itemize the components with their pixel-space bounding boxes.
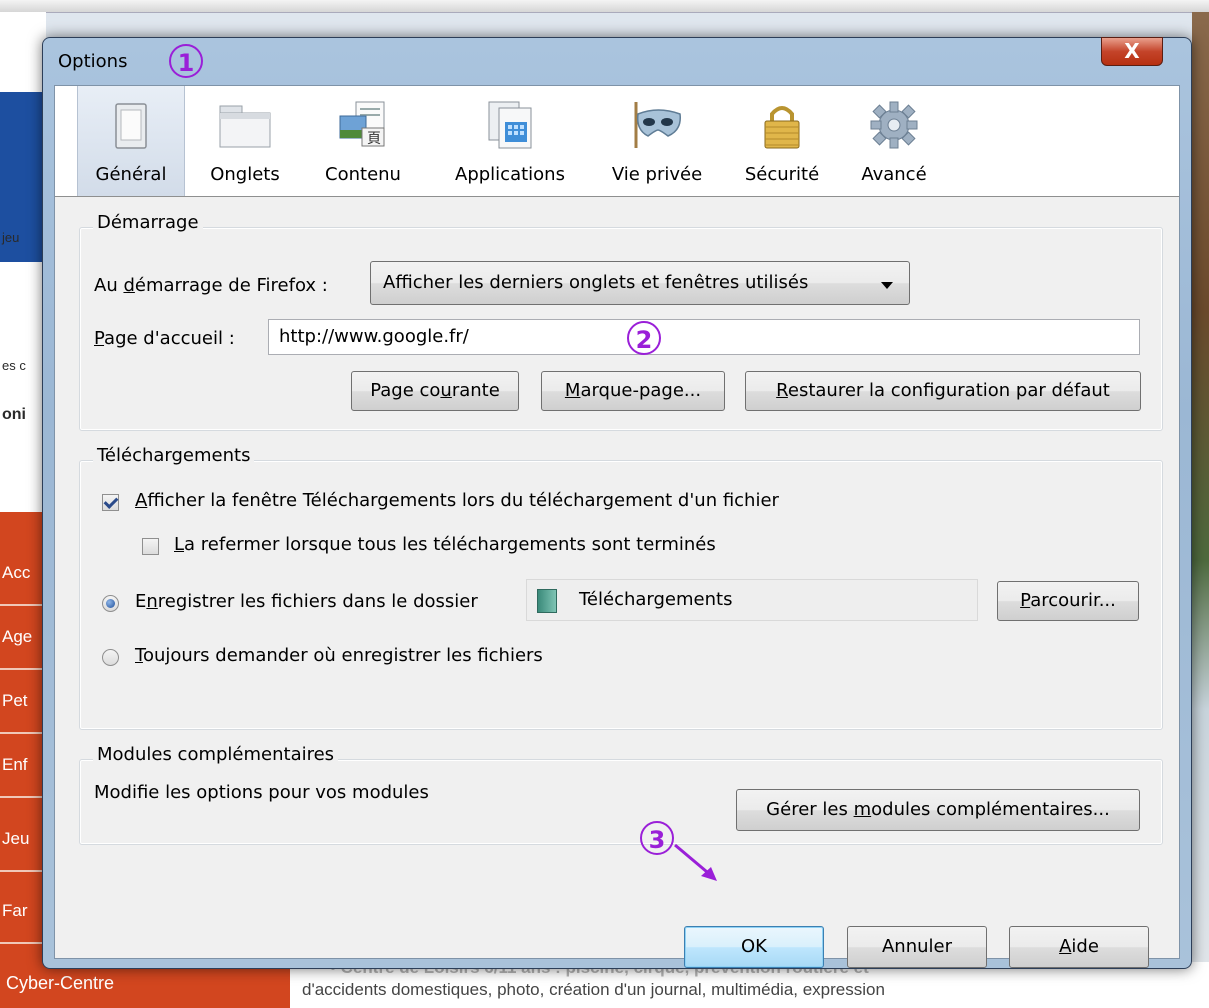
gear-icon (870, 101, 918, 149)
use-bookmark-button[interactable]: Marque-page... (541, 371, 725, 411)
close-button[interactable]: X (1101, 37, 1163, 66)
general-switch-icon (115, 103, 147, 149)
dialog-title: Options (58, 51, 128, 72)
show-downloads-checkbox[interactable] (102, 494, 119, 511)
tab-general-label: Général (95, 164, 167, 185)
startup-group: Démarrage Au démarrage de Firefox : Affi… (79, 212, 1163, 431)
addons-group-title: Modules complémentaires (93, 744, 339, 765)
dialog-client-area: Général Onglets 頁 Contenu Applications V… (54, 85, 1180, 968)
cancel-button[interactable]: Annuler (847, 926, 987, 968)
tab-applications[interactable]: Applications (435, 86, 585, 196)
startup-behaviour-value: Afficher les derniers onglets et fenêtre… (383, 272, 809, 293)
save-to-folder-radio[interactable] (102, 595, 119, 612)
tab-general[interactable]: Général (77, 86, 185, 196)
privacy-mask-icon (634, 102, 681, 148)
background-text: jeu (2, 230, 20, 245)
background-text: es c (2, 358, 26, 373)
addons-description: Modifie les options pour vos modules (94, 782, 429, 803)
browse-button[interactable]: Parcourir... (997, 581, 1139, 621)
annotation-marker-1: 1 (169, 44, 203, 78)
options-dialog: Options 1 X Général Onglets 頁 Contenu Ap… (42, 37, 1192, 969)
home-page-value: http://www.google.fr/ (279, 326, 469, 347)
tab-tabs-label: Onglets (210, 164, 280, 185)
always-ask-label: Toujours demander où enregistrer les fic… (135, 645, 543, 666)
tab-privacy-label: Vie privée (611, 164, 703, 185)
downloads-group: Téléchargements Afficher la fenêtre Télé… (79, 445, 1163, 730)
tab-advanced-label: Avancé (861, 164, 927, 185)
downloads-group-title: Téléchargements (93, 445, 255, 466)
chevron-down-icon (881, 282, 893, 289)
tabs-icon (219, 105, 271, 148)
svg-text:頁: 頁 (367, 131, 381, 147)
startup-behaviour-label: Au démarrage de Firefox : (94, 275, 328, 296)
download-folder-value: Téléchargements (579, 589, 733, 610)
annotation-arrow-icon (674, 843, 717, 881)
startup-behaviour-select[interactable]: Afficher les derniers onglets et fenêtre… (370, 261, 910, 305)
background-browser-toolbar (0, 0, 1209, 13)
download-folder-field: Téléchargements (526, 579, 978, 621)
tab-content[interactable]: 頁 Contenu (309, 86, 417, 196)
addons-group: Modules complémentaires Modifie les opti… (79, 744, 1163, 845)
home-page-input[interactable]: http://www.google.fr/ (268, 319, 1140, 355)
startup-group-title: Démarrage (93, 212, 203, 233)
tab-privacy[interactable]: Vie privée (603, 86, 711, 196)
folder-icon (537, 589, 557, 613)
show-downloads-label: Afficher la fenêtre Téléchargements lors… (135, 490, 779, 511)
padlock-icon (764, 106, 800, 149)
save-to-folder-label: Enregistrer les fichiers dans le dossier (135, 591, 478, 612)
help-button[interactable]: Aide (1009, 926, 1149, 968)
tab-advanced[interactable]: Avancé (845, 86, 943, 196)
content-icon: 頁 (339, 101, 385, 147)
background-photo-strip (1192, 12, 1209, 1008)
annotation-marker-2: 2 (627, 321, 661, 355)
applications-icon (488, 101, 532, 149)
annotation-marker-3: 3 (640, 821, 674, 855)
close-when-done-label: La refermer lorsque tous les téléchargem… (174, 534, 716, 555)
use-current-page-button[interactable]: Page courante (351, 371, 519, 411)
always-ask-radio[interactable] (102, 649, 119, 666)
tab-security-label: Sécurité (744, 164, 820, 185)
tab-tabs[interactable]: Onglets (195, 86, 295, 196)
background-text: oni (2, 406, 26, 423)
manage-addons-button[interactable]: Gérer les modules complémentaires... (736, 789, 1140, 831)
ok-button[interactable]: OK (684, 926, 824, 968)
background-article-line: d'accidents domestiques, photo, création… (302, 980, 885, 999)
tab-security[interactable]: Sécurité (727, 86, 837, 196)
close-icon: X (1124, 39, 1140, 63)
restore-default-button[interactable]: Restaurer la configuration par défaut (745, 371, 1141, 411)
close-when-done-checkbox[interactable] (142, 538, 159, 555)
background-text: nc (2, 305, 28, 330)
tab-applications-label: Applications (455, 164, 565, 185)
home-page-label: Page d'accueil : (94, 328, 235, 349)
tab-content-label: Contenu (325, 164, 401, 185)
category-toolbar: Général Onglets 頁 Contenu Applications V… (55, 86, 1179, 197)
